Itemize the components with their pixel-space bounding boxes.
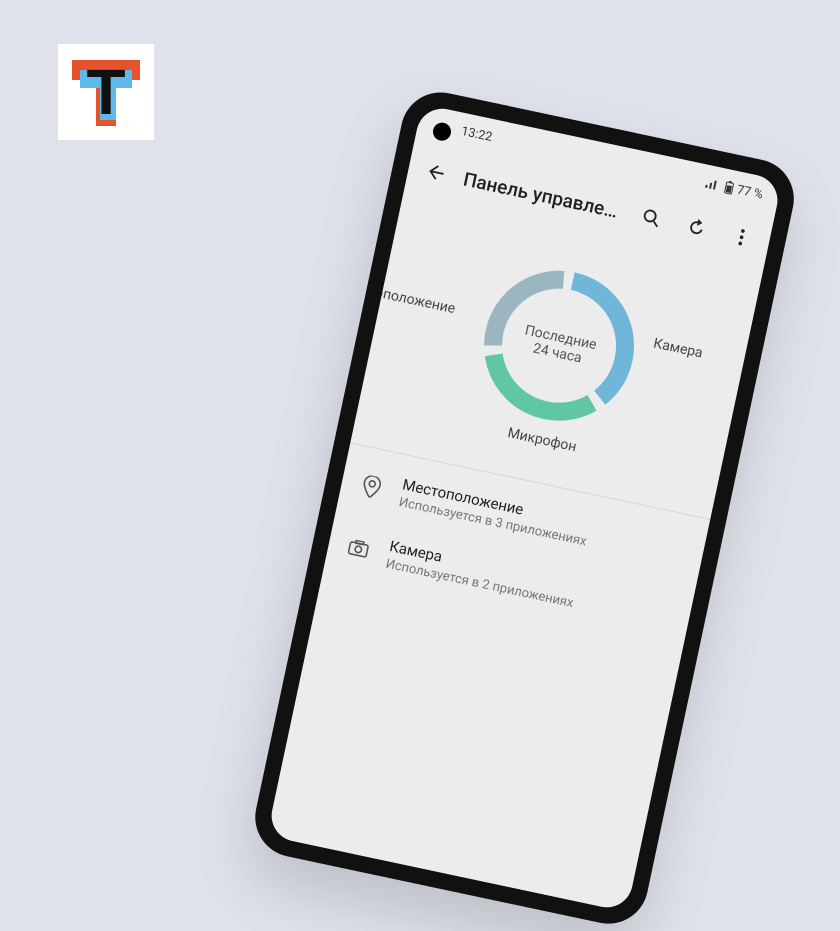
search-button[interactable] [630,197,673,240]
phone-mockup: 13:22 77 % Панель управле… [248,85,801,931]
segment-label-location: естоположение [353,280,457,317]
back-button[interactable] [415,151,458,194]
phone-body: 13:22 77 % Панель управле… [248,85,801,931]
logo-glyph: T [70,56,142,128]
segment-label-camera: Камера [652,335,704,361]
battery-icon [723,180,735,196]
more-vert-icon [729,224,755,250]
overflow-menu-button[interactable] [720,216,763,259]
signal-icon [704,177,720,192]
site-logo: T [58,44,154,140]
status-time: 13:22 [460,123,494,144]
location-pin-icon [358,473,386,500]
phone-screen: 13:22 77 % Панель управле… [267,104,782,912]
refresh-icon [684,215,710,241]
usage-donut-chart: Последние 24 часа естоположение Камера М… [378,215,737,497]
segment-label-microphone: Микрофон [506,425,578,455]
camera-icon [345,538,372,559]
refresh-button[interactable] [675,206,718,249]
search-icon [639,205,665,231]
arrow-left-icon [423,159,449,185]
battery-label: 77 % [736,182,765,202]
